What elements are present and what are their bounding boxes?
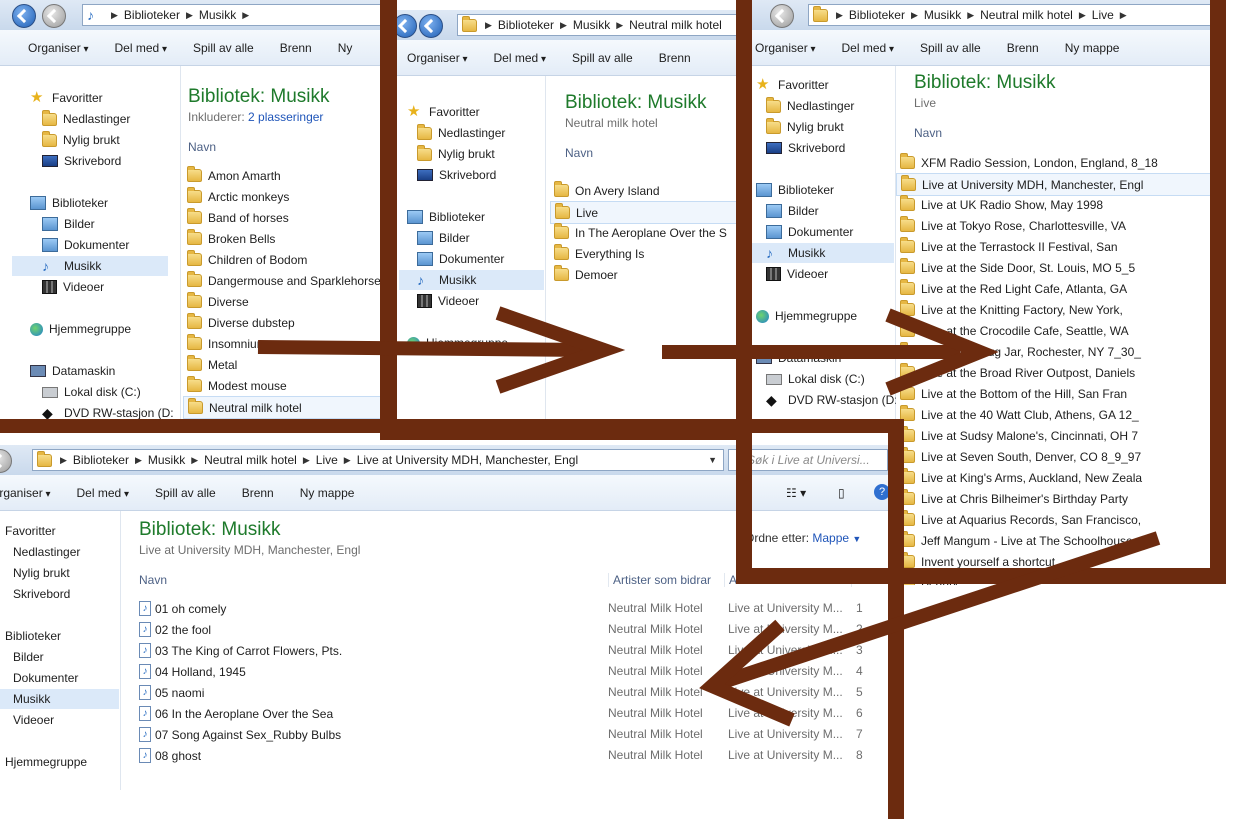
- arrow-3-shaft: [717, 531, 1161, 690]
- flow-arrows: [257, 306, 1161, 727]
- arrow-1-shaft: [257, 340, 591, 357]
